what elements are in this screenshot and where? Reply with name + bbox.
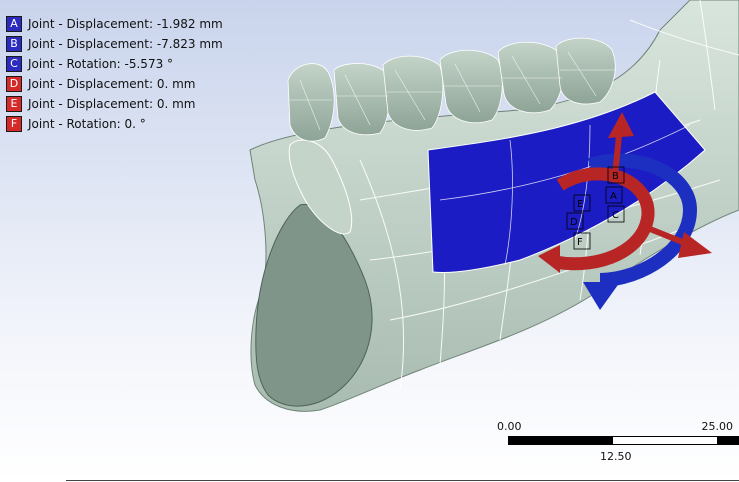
bottom-divider <box>66 480 739 481</box>
tooth-5 <box>497 41 564 114</box>
legend-item[interactable]: D Joint - Displacement: 0. mm <box>6 74 223 94</box>
legend-label: Joint - Displacement: -7.823 mm <box>28 37 223 51</box>
boundary-condition-legend: A Joint - Displacement: -1.982 mm B Join… <box>6 14 223 134</box>
scale-segment <box>509 437 613 444</box>
legend-label: Joint - Rotation: -5.573 ° <box>28 57 174 71</box>
legend-label: Joint - Rotation: 0. ° <box>28 117 146 131</box>
legend-item[interactable]: B Joint - Displacement: -7.823 mm <box>6 34 223 54</box>
graphics-viewport[interactable]: B A E D C F A Joint - Displacement: -1.9… <box>0 0 739 482</box>
scale-left-label: 0.00 <box>497 420 522 433</box>
tooth-3 <box>382 55 444 131</box>
legend-item[interactable]: F Joint - Rotation: 0. ° <box>6 114 223 134</box>
tooth-2 <box>333 63 390 136</box>
triad-tag-b: B <box>612 171 619 182</box>
legend-item[interactable]: E Joint - Displacement: 0. mm <box>6 94 223 114</box>
scale-segment <box>717 437 738 444</box>
legend-item[interactable]: C Joint - Rotation: -5.573 ° <box>6 54 223 74</box>
tooth-4 <box>439 49 503 124</box>
legend-key: D <box>6 76 22 92</box>
scale-right-label: 25.00 <box>701 420 734 433</box>
tooth-6 <box>555 37 616 105</box>
tooth-1 <box>287 63 335 142</box>
legend-key: F <box>6 116 22 132</box>
scale-bar: 0.00 25.00 12.50 <box>490 418 739 468</box>
legend-label: Joint - Displacement: -1.982 mm <box>28 17 223 31</box>
legend-label: Joint - Displacement: 0. mm <box>28 77 196 91</box>
legend-key: B <box>6 36 22 52</box>
triad-tag-f: F <box>577 237 583 248</box>
legend-key: E <box>6 96 22 112</box>
legend-item[interactable]: A Joint - Displacement: -1.982 mm <box>6 14 223 34</box>
scale-track <box>508 436 739 445</box>
triad-tag-a: A <box>610 191 617 202</box>
triad-tag-e: E <box>577 199 583 210</box>
legend-key: C <box>6 56 22 72</box>
scale-mid-label: 12.50 <box>600 450 632 463</box>
triad-tag-c: C <box>612 210 619 221</box>
legend-label: Joint - Displacement: 0. mm <box>28 97 196 111</box>
triad-tag-d: D <box>570 217 578 228</box>
legend-key: A <box>6 16 22 32</box>
